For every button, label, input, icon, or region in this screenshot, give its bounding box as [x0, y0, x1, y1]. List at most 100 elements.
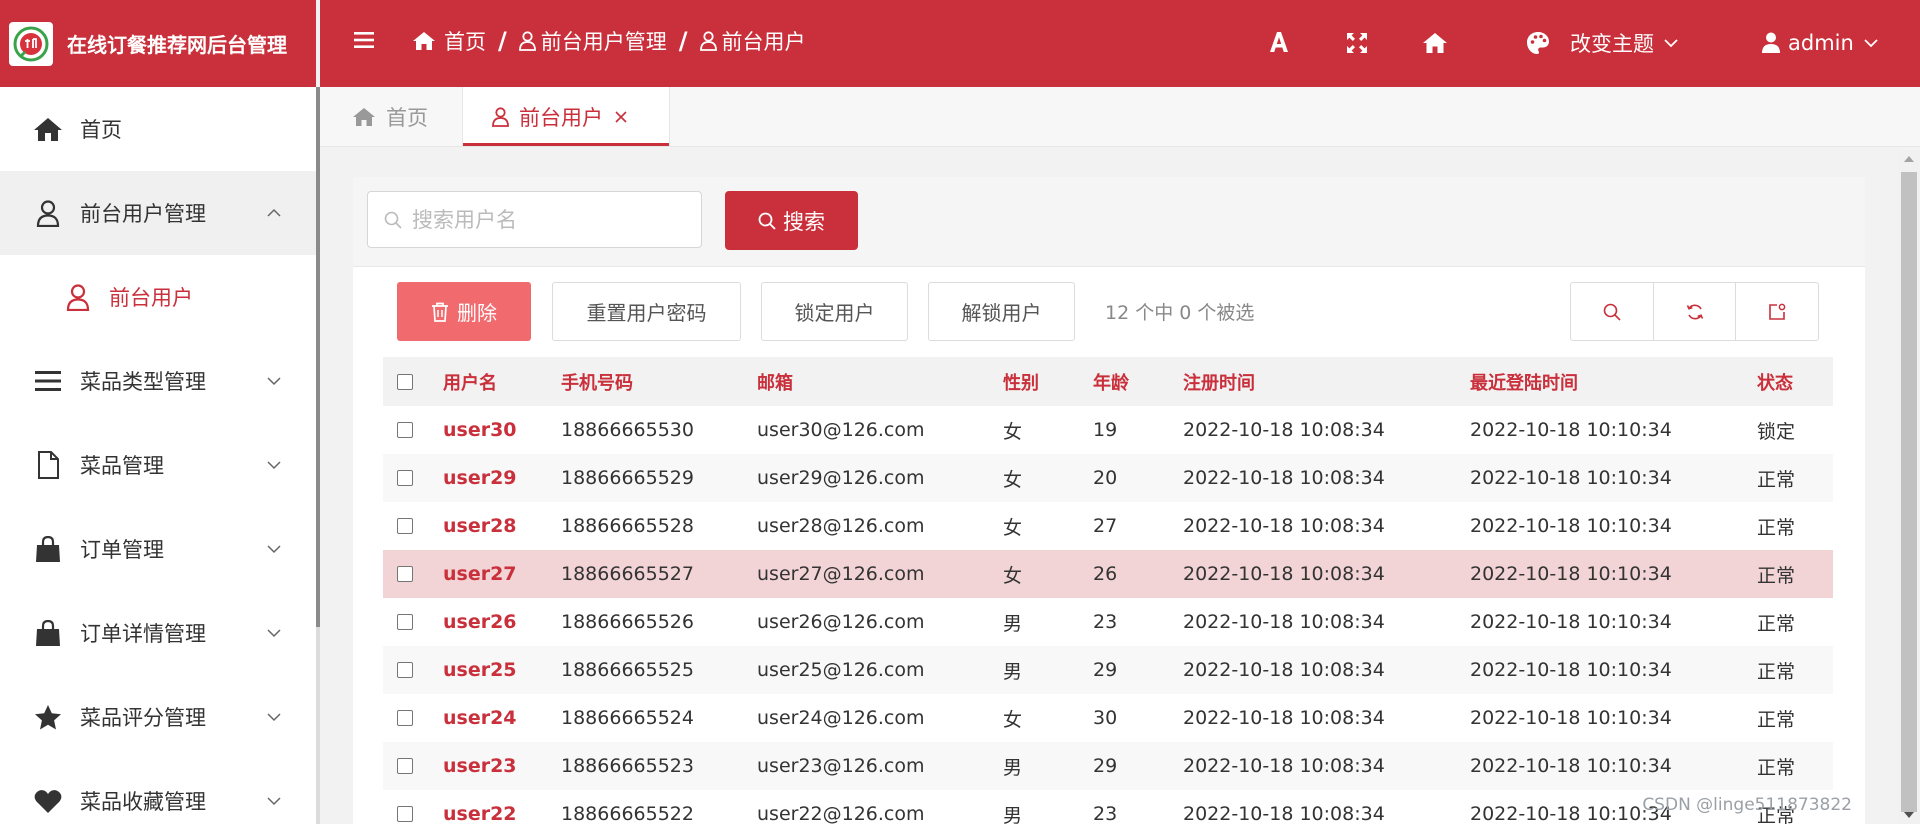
- cell-username[interactable]: user23: [443, 742, 561, 790]
- cell-username[interactable]: user27: [443, 550, 561, 598]
- cell-email: user27@126.com: [757, 550, 1003, 598]
- cell-status: 正常: [1757, 612, 1796, 635]
- table-row[interactable]: user22 18866665522 user22@126.com 男 23 2022-1…: [383, 790, 1833, 824]
- menu-toggle-icon[interactable]: [354, 31, 374, 49]
- cell-status: 正常: [1757, 454, 1833, 502]
- sidebar-item-user-management[interactable]: 前台用户管理: [0, 171, 316, 255]
- sidebar-item-label: 首页: [80, 118, 122, 142]
- sidebar-item-dish-management[interactable]: 菜品管理: [0, 423, 316, 507]
- table-row[interactable]: user23 18866665523 user23@126.com 男 29 2022-1…: [383, 742, 1833, 790]
- column-header-status[interactable]: 状态: [1757, 357, 1833, 406]
- table-tools: [1570, 282, 1819, 341]
- cell-age: 19: [1093, 419, 1118, 441]
- bag-icon: [33, 535, 63, 563]
- sidebar-item-dish-favorite-management[interactable]: 菜品收藏管理: [0, 759, 316, 824]
- table-row[interactable]: user24 18866665524 user24@126.com 女 30 2022-1…: [383, 694, 1833, 742]
- table-row[interactable]: user26 18866665526 user26@126.com 男 23 2022-1…: [383, 598, 1833, 646]
- sidebar-scrollbar[interactable]: [316, 87, 320, 824]
- cell-last-login: 2022-10-18 10:10:34: [1470, 454, 1757, 502]
- sidebar-item-dish-type-management[interactable]: 菜品类型管理: [0, 339, 316, 423]
- cell-username[interactable]: user25: [443, 646, 561, 694]
- search-button[interactable]: 搜索: [725, 191, 858, 250]
- sidebar-item-home[interactable]: 首页: [0, 87, 316, 171]
- cell-username[interactable]: user26: [443, 598, 561, 646]
- close-icon[interactable]: [615, 110, 627, 123]
- column-header-phone[interactable]: 手机号码: [561, 357, 757, 406]
- sidebar-item-dish-rating-management[interactable]: 菜品评分管理: [0, 675, 316, 759]
- cell-last-login: 2022-10-18 10:10:34: [1470, 550, 1757, 598]
- cell-phone: 18866665525: [561, 646, 757, 694]
- cell-gender: 男: [1003, 742, 1093, 790]
- user-icon: [492, 106, 509, 127]
- cell-username[interactable]: user29: [443, 454, 561, 502]
- font-icon[interactable]: [1268, 31, 1290, 53]
- tab-label: 前台用户: [519, 105, 603, 130]
- search-bar: 搜索: [353, 177, 1865, 267]
- row-checkbox[interactable]: [397, 710, 413, 726]
- app-logo[interactable]: [9, 21, 53, 66]
- lock-user-button[interactable]: 锁定用户: [761, 282, 908, 341]
- fullscreen-icon[interactable]: [1346, 32, 1368, 54]
- row-checkbox[interactable]: [397, 470, 413, 486]
- home-icon[interactable]: [1422, 32, 1448, 54]
- row-checkbox[interactable]: [397, 566, 413, 582]
- row-checkbox[interactable]: [397, 758, 413, 774]
- cell-email: user29@126.com: [757, 454, 1003, 502]
- column-header-last-login[interactable]: 最近登陆时间: [1470, 357, 1757, 406]
- cell-gender: 女: [1003, 550, 1093, 598]
- user-menu[interactable]: admin: [1762, 30, 1878, 56]
- cell-register-time: 2022-10-18 10:08:34: [1183, 611, 1385, 633]
- column-header-register-time[interactable]: 注册时间: [1183, 357, 1470, 406]
- unlock-user-button[interactable]: 解锁用户: [928, 282, 1075, 341]
- tab-frontend-users[interactable]: 前台用户: [462, 87, 670, 146]
- cell-last-login: 2022-10-18 10:10:34: [1470, 742, 1757, 790]
- table-row[interactable]: user27 18866665527 user27@126.com 女 26 2022-1…: [383, 550, 1833, 598]
- cell-username[interactable]: user30: [443, 406, 561, 454]
- sidebar-item-order-detail-management[interactable]: 订单详情管理: [0, 591, 316, 675]
- select-all-checkbox[interactable]: [397, 373, 413, 390]
- sidebar-scrollbar-thumb[interactable]: [316, 87, 320, 627]
- breadcrumb-item-home[interactable]: 首页: [444, 26, 486, 56]
- content-scrollbar-thumb[interactable]: [1901, 172, 1917, 812]
- cell-username[interactable]: user24: [443, 694, 561, 742]
- tab-home[interactable]: 首页: [352, 87, 428, 146]
- column-header-email[interactable]: 邮箱: [757, 357, 1003, 406]
- column-header-username[interactable]: 用户名: [443, 357, 561, 406]
- sidebar-item-frontend-users[interactable]: 前台用户: [0, 255, 316, 339]
- scroll-up-arrow-icon[interactable]: [1904, 155, 1914, 162]
- cell-username[interactable]: user28: [443, 502, 561, 550]
- row-select-cell: [383, 790, 443, 824]
- chevron-down-icon: [266, 507, 282, 591]
- content-scrollbar[interactable]: [1898, 150, 1920, 824]
- reset-password-button[interactable]: 重置用户密码: [552, 282, 741, 341]
- theme-switcher[interactable]: 改变主题: [1526, 30, 1678, 56]
- row-checkbox[interactable]: [397, 662, 413, 678]
- row-checkbox[interactable]: [397, 614, 413, 630]
- table-search-button[interactable]: [1571, 283, 1654, 340]
- table-row[interactable]: user29 18866665529 user29@126.com 女 20 2022-1…: [383, 454, 1833, 502]
- chevron-up-icon: [266, 171, 282, 255]
- cell-email: user22@126.com: [757, 803, 925, 824]
- sidebar-item-label: 前台用户管理: [80, 202, 206, 226]
- breadcrumb-item-user-management[interactable]: 前台用户管理: [541, 26, 667, 56]
- cell-last-login: 2022-10-18 10:10:34: [1470, 646, 1757, 694]
- cell-username[interactable]: user22: [443, 790, 561, 824]
- table-row[interactable]: user28 18866665528 user28@126.com 女 27 2022-1…: [383, 502, 1833, 550]
- sidebar-item-order-management[interactable]: 订单管理: [0, 507, 316, 591]
- row-checkbox[interactable]: [397, 518, 413, 534]
- delete-button[interactable]: 删除: [397, 282, 531, 341]
- table-export-button[interactable]: [1736, 283, 1818, 340]
- cell-register-time: 2022-10-18 10:08:34: [1183, 515, 1385, 537]
- search-input-wrapper[interactable]: [367, 191, 702, 248]
- search-input[interactable]: [410, 206, 694, 233]
- row-checkbox[interactable]: [397, 422, 413, 438]
- cell-last-login: 2022-10-18 10:10:34: [1470, 707, 1672, 729]
- table-row[interactable]: user25 18866665525 user25@126.com 男 29 2022-1…: [383, 646, 1833, 694]
- row-checkbox[interactable]: [397, 806, 413, 822]
- column-header-age[interactable]: 年龄: [1093, 357, 1183, 406]
- scroll-down-arrow-icon[interactable]: [1904, 812, 1914, 819]
- column-header-gender[interactable]: 性别: [1003, 357, 1093, 406]
- cell-email: user28@126.com: [757, 515, 925, 537]
- table-row[interactable]: user30 18866665530 user30@126.com 女 19 2022-1…: [383, 406, 1833, 454]
- table-refresh-button[interactable]: [1654, 283, 1737, 340]
